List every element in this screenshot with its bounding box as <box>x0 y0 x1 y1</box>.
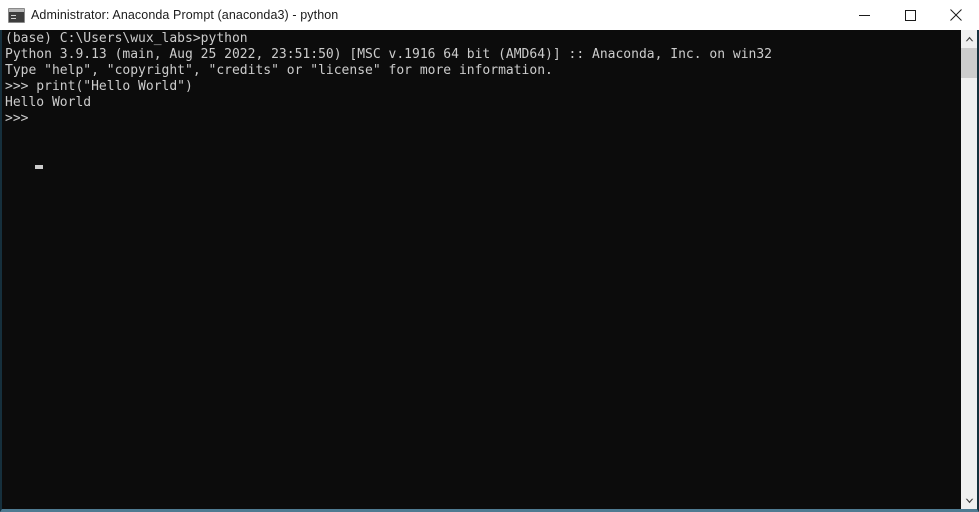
minimize-icon <box>858 14 870 16</box>
scrollbar-thumb[interactable] <box>961 48 977 78</box>
console-body: (base) C:\Users\wux_labs>python Python 3… <box>0 30 979 512</box>
text-cursor <box>35 165 43 169</box>
console-screen[interactable]: (base) C:\Users\wux_labs>python Python 3… <box>2 30 960 509</box>
title-bar[interactable]: Administrator: Anaconda Prompt (anaconda… <box>0 0 979 31</box>
vertical-scrollbar[interactable] <box>960 30 977 509</box>
maximize-button[interactable] <box>887 0 933 30</box>
scrollbar-track[interactable] <box>961 47 977 492</box>
scroll-up-arrow-icon <box>965 36 973 41</box>
minimize-button[interactable] <box>841 0 887 30</box>
console-output: (base) C:\Users\wux_labs>python Python 3… <box>5 31 773 126</box>
window-controls <box>841 0 979 30</box>
window-title: Administrator: Anaconda Prompt (anaconda… <box>31 8 339 22</box>
close-icon <box>950 9 962 21</box>
scroll-down-arrow-icon <box>965 498 973 503</box>
console-icon <box>8 8 25 23</box>
maximize-icon <box>904 9 916 21</box>
close-button[interactable] <box>933 0 979 30</box>
scroll-up-button[interactable] <box>961 30 977 47</box>
console-window: Administrator: Anaconda Prompt (anaconda… <box>0 0 979 512</box>
scroll-down-button[interactable] <box>961 492 977 509</box>
